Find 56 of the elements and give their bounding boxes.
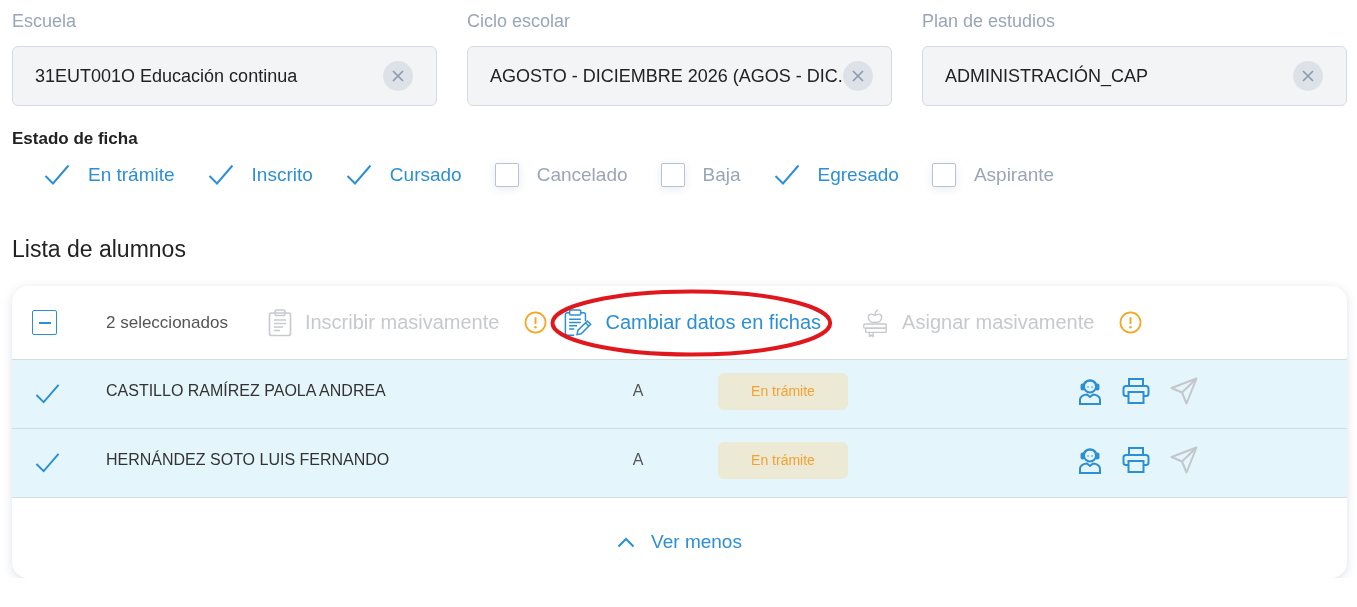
checkbox[interactable] [494, 163, 519, 187]
field-label: Ciclo escolar [467, 10, 572, 32]
checkbox[interactable] [44, 164, 70, 186]
checkmark-icon [35, 383, 60, 405]
checkmark-icon [44, 164, 70, 186]
clear-button[interactable] [1293, 61, 1323, 91]
clipboard-icon [267, 308, 292, 337]
checkbox[interactable] [773, 164, 800, 186]
section-title: Lista de alumnos [12, 235, 187, 263]
close-icon [392, 70, 404, 82]
student-name: CASTILLO RAMÍREZ PAOLA ANDREA [106, 382, 387, 400]
clear-button[interactable] [383, 61, 413, 91]
close-icon [1302, 70, 1314, 82]
group-cell-text: A [631, 451, 645, 469]
checkbox[interactable] [345, 164, 372, 186]
filter-label[interactable]: Egresado [817, 164, 899, 186]
group-cell-text: A [631, 382, 645, 400]
apple-books-icon [861, 308, 890, 337]
checkmark-icon [773, 164, 800, 186]
clear-button[interactable] [842, 61, 873, 91]
checkmark-icon [345, 164, 372, 186]
select-all-checkbox[interactable] [32, 310, 57, 335]
chevron-up-icon [617, 536, 636, 548]
person-icon[interactable] [1078, 446, 1102, 474]
checkbox[interactable] [660, 163, 685, 187]
row-checkbox[interactable] [35, 383, 60, 405]
field-label: Plan de estudios [922, 10, 1057, 32]
row-checkbox[interactable] [35, 452, 60, 474]
table-row[interactable]: HERNÁNDEZ SOTO LUIS FERNANDO A En trámite [12, 429, 1347, 498]
field-label: Escuela [12, 10, 78, 32]
filter-label[interactable]: Baja [702, 164, 741, 186]
checkbox[interactable] [931, 163, 956, 187]
table-row[interactable]: CASTILLO RAMÍREZ PAOLA ANDREA A En trámite [12, 360, 1347, 429]
select-field[interactable]: 31EUT001O Educación continua [12, 46, 437, 106]
status-badge: En trámite [718, 372, 848, 410]
selection-count: 2 seleccionados [106, 312, 228, 333]
close-icon [851, 70, 864, 82]
filter-label[interactable]: Cursado [389, 164, 462, 186]
minus-icon [38, 321, 51, 324]
checkmark-icon [35, 452, 60, 474]
filter-label[interactable]: Cancelado [536, 164, 628, 186]
person-icon[interactable] [1078, 377, 1102, 405]
status-badge: En trámite [718, 441, 848, 479]
filter-label[interactable]: Aspirante [973, 164, 1055, 186]
select-field[interactable]: ADMINISTRACIÓN_CAP [922, 46, 1347, 106]
printer-icon[interactable] [1122, 378, 1150, 404]
filter-title: Estado de ficha [12, 128, 139, 150]
show-less-button[interactable]: Ver menos [617, 531, 742, 553]
checkmark-icon [207, 164, 234, 186]
student-name: HERNÁNDEZ SOTO LUIS FERNANDO [106, 451, 391, 469]
select-field[interactable]: AGOSTO - DICIEMBRE 2026 (AGOS - DIC. [467, 46, 892, 106]
filter-label[interactable]: Inscrito [251, 164, 313, 186]
checkbox[interactable] [207, 164, 234, 186]
filter-label[interactable]: En trámite [88, 164, 175, 186]
printer-icon[interactable] [1122, 447, 1150, 473]
clipboard-pencil-icon [564, 308, 593, 337]
